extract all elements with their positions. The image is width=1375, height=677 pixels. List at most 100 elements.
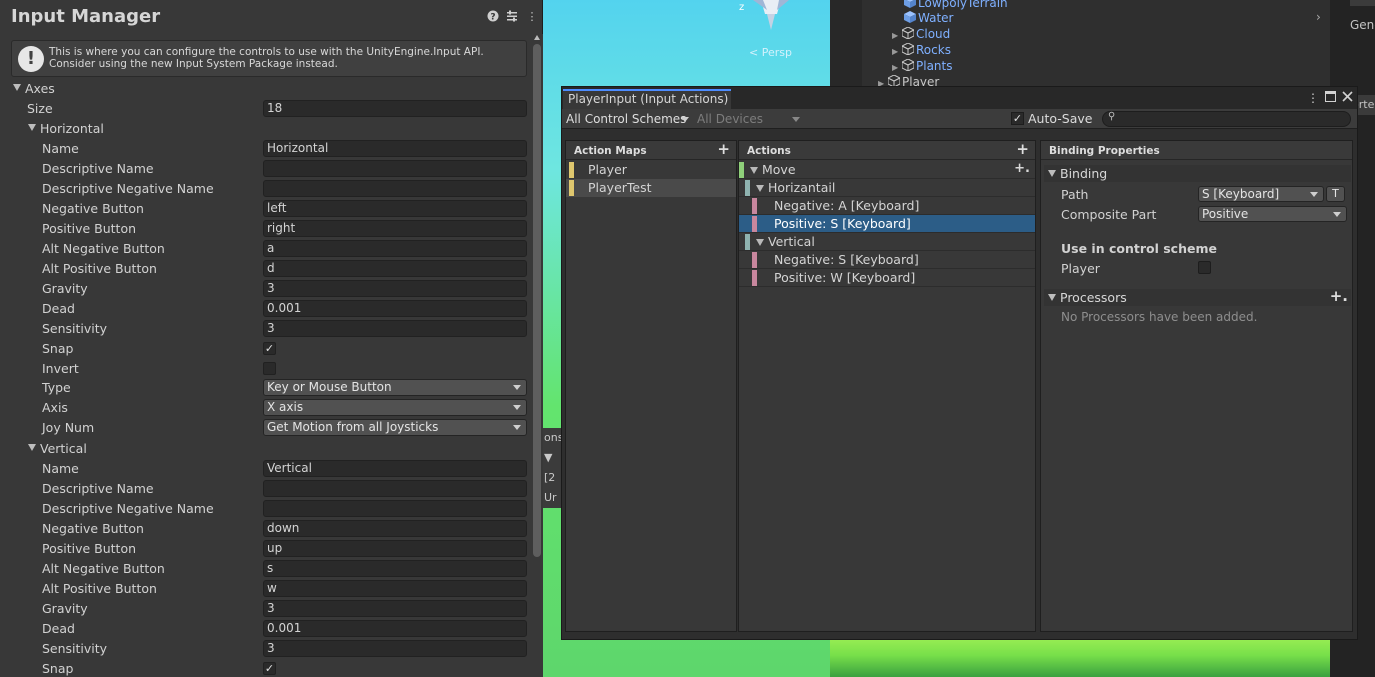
foldout-arrow-icon[interactable] <box>1048 294 1056 301</box>
action-map-item[interactable]: Player <box>566 161 736 179</box>
perspective-label[interactable]: < Persp <box>749 46 792 59</box>
hierarchy-item[interactable]: ▶ Rocks <box>892 42 951 58</box>
add-binding-button[interactable]: +. <box>1014 160 1030 178</box>
chevron-right-icon[interactable]: › <box>1316 10 1321 24</box>
foldout-arrow-icon[interactable] <box>13 84 21 91</box>
orientation-gizmo-icon[interactable]: z <box>739 0 803 34</box>
composite-binding-item[interactable]: Vertical <box>739 233 1035 251</box>
close-icon[interactable] <box>1340 90 1354 106</box>
pane-header: Action Maps + <box>566 140 736 160</box>
composite-binding-item[interactable]: Horizantail <box>739 179 1035 197</box>
composite-label: Horizantail <box>768 180 836 195</box>
settings-icon[interactable] <box>506 10 518 24</box>
path-dropdown[interactable]: S [Keyboard] <box>1198 186 1324 202</box>
hierarchy-item[interactable]: Water <box>904 10 953 26</box>
joy-num-value: Get Motion from all Joysticks <box>267 420 439 434</box>
alt-positive-button-label: Alt Positive Button <box>42 261 157 276</box>
foldout-arrow-icon[interactable] <box>756 185 764 192</box>
composite-color-bar <box>745 234 750 250</box>
alt-negative-button-field[interactable]: a <box>263 240 527 257</box>
descriptive-name-field[interactable] <box>263 160 527 177</box>
hierarchy-item[interactable]: ▶ Plants <box>892 58 953 74</box>
action-map-label: Player <box>588 162 627 177</box>
hierarchy-item[interactable]: ▶ Cloud <box>892 26 950 42</box>
descriptive-negative-name-label: Descriptive Negative Name <box>42 501 214 516</box>
vertical-foldout[interactable]: Vertical <box>0 439 530 459</box>
horizontal-foldout[interactable]: Horizontal <box>0 119 530 139</box>
snap-checkbox[interactable]: ✓ <box>263 662 276 675</box>
axes-foldout[interactable]: Axes <box>0 79 530 99</box>
negative-button-field[interactable]: down <box>263 520 527 537</box>
vertical-header: Vertical <box>40 441 87 456</box>
processors-section-foldout[interactable]: Processors +. <box>1044 287 1351 306</box>
alt-positive-button-field[interactable]: w <box>263 580 527 597</box>
size-field[interactable]: 18 <box>263 100 527 117</box>
help-box: ! This is where you can configure the co… <box>11 40 527 77</box>
dead-row: Dead 0.001 <box>0 619 530 639</box>
window-tab[interactable]: PlayerInput (Input Actions) <box>563 89 731 109</box>
positive-button-field[interactable]: right <box>263 220 527 237</box>
joy-num-dropdown[interactable]: Get Motion from all Joysticks <box>263 419 527 436</box>
foldout-arrow-icon[interactable] <box>28 444 36 451</box>
name-row: Name Horizontal <box>0 139 530 159</box>
binding-label: Negative: A [Keyboard] <box>774 198 920 213</box>
foldout-arrow-icon[interactable] <box>28 124 36 131</box>
descriptive-name-field[interactable] <box>263 480 527 497</box>
gravity-field[interactable]: 3 <box>263 280 527 297</box>
sensitivity-field[interactable]: 3 <box>263 320 527 337</box>
descriptive-negative-name-field[interactable] <box>263 500 527 517</box>
alt-positive-button-field[interactable]: d <box>263 260 527 277</box>
maximize-icon[interactable] <box>1323 90 1337 106</box>
action-map-item[interactable]: PlayerTest <box>566 179 736 197</box>
foldout-arrow-icon[interactable] <box>750 167 758 174</box>
negative-button-row: Negative Button left <box>0 199 530 219</box>
alt-negative-button-field[interactable]: s <box>263 560 527 577</box>
sensitivity-field[interactable]: 3 <box>263 640 527 657</box>
add-processor-button[interactable]: +. <box>1330 287 1348 305</box>
negative-button-field[interactable]: left <box>263 200 527 217</box>
auto-save-checkbox[interactable]: ✓ <box>1011 112 1024 125</box>
binding-item[interactable]: Negative: A [Keyboard] <box>739 197 1035 215</box>
positive-button-field[interactable]: up <box>263 540 527 557</box>
name-field[interactable]: Vertical <box>263 460 527 477</box>
binding-section-foldout[interactable]: Binding <box>1044 165 1351 182</box>
name-row: Name Vertical <box>0 459 530 479</box>
cube-icon <box>904 0 918 8</box>
type-row: Type Key or Mouse Button <box>0 378 530 398</box>
name-field[interactable]: Horizontal <box>263 140 527 157</box>
console-line: Ur <box>544 491 557 504</box>
binding-item[interactable]: Negative: S [Keyboard] <box>739 251 1035 269</box>
axis-dropdown[interactable]: X axis <box>263 399 527 416</box>
control-scheme-dropdown[interactable]: All Control Schemes <box>566 111 692 127</box>
add-action-button[interactable]: + <box>1016 140 1029 158</box>
help-icon[interactable]: ? <box>487 10 499 24</box>
dead-field[interactable]: 0.001 <box>263 620 527 637</box>
search-input[interactable]: ⚲ <box>1102 111 1351 127</box>
console-line: ons <box>544 431 563 444</box>
vertical-scrollbar[interactable] <box>531 34 543 677</box>
snap-checkbox[interactable]: ✓ <box>263 342 276 355</box>
type-dropdown[interactable]: Key or Mouse Button <box>263 379 527 396</box>
dead-field[interactable]: 0.001 <box>263 300 527 317</box>
action-item[interactable]: Move +. <box>739 161 1035 179</box>
descriptive-negative-name-field[interactable] <box>263 180 527 197</box>
binding-item[interactable]: Positive: W [Keyboard] <box>739 269 1035 287</box>
more-icon[interactable]: ⋮ <box>1306 90 1320 106</box>
warning-icon: ! <box>18 46 44 72</box>
invert-checkbox[interactable] <box>263 362 276 375</box>
sensitivity-label: Sensitivity <box>42 641 108 656</box>
binding-label: Positive: S [Keyboard] <box>774 216 911 231</box>
foldout-arrow-icon[interactable] <box>756 239 764 246</box>
more-icon[interactable]: ⋮ <box>526 10 538 24</box>
binding-item-selected[interactable]: Positive: S [Keyboard] <box>739 215 1035 233</box>
gravity-field[interactable]: 3 <box>263 600 527 617</box>
scheme-player-checkbox[interactable] <box>1198 261 1211 274</box>
foldout-arrow-icon[interactable] <box>1048 170 1056 177</box>
composite-part-dropdown[interactable]: Positive <box>1198 206 1347 222</box>
game-view[interactable] <box>830 637 1330 677</box>
text-mode-button[interactable]: T <box>1326 186 1345 202</box>
scrollbar-thumb[interactable] <box>533 44 541 557</box>
devices-dropdown[interactable]: All Devices <box>697 111 803 127</box>
add-action-map-button[interactable]: + <box>717 140 730 158</box>
scroll-up-icon[interactable] <box>534 35 540 40</box>
